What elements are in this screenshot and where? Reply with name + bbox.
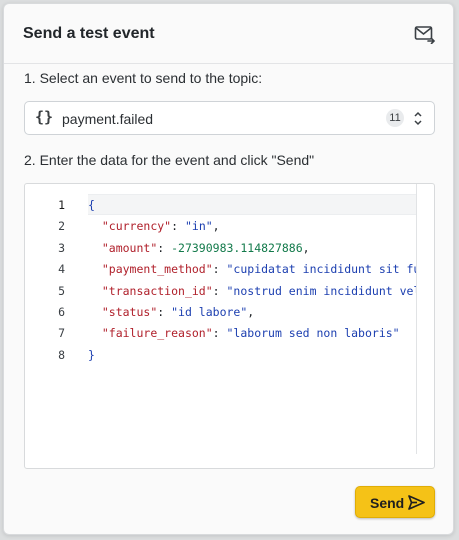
event-select[interactable]: {} payment.failed 11 bbox=[24, 101, 435, 135]
chevron-updown-icon bbox=[412, 109, 424, 129]
send-arrow-icon bbox=[408, 495, 425, 510]
mail-send-icon[interactable] bbox=[414, 24, 436, 45]
send-button-label: Send bbox=[370, 495, 405, 511]
json-brace: { bbox=[88, 198, 95, 212]
json-value: "id labore" bbox=[171, 305, 248, 319]
line-number: 2 bbox=[58, 219, 65, 234]
line-number: 1 bbox=[58, 198, 65, 212]
line-number: 7 bbox=[58, 326, 65, 341]
code-line: } bbox=[88, 348, 95, 362]
code-line: "amount": -27390983.114827886, bbox=[101, 240, 310, 255]
line-number: 6 bbox=[58, 305, 65, 319]
print-margin bbox=[416, 184, 417, 454]
line-number: 5 bbox=[58, 283, 65, 298]
line-number: 8 bbox=[58, 347, 65, 362]
send-test-event-dialog: Send a test event 1. Select an event to … bbox=[3, 3, 454, 535]
json-brace: } bbox=[88, 347, 95, 362]
json-key: "currency" bbox=[101, 219, 172, 234]
json-comma: , bbox=[302, 240, 310, 255]
json-value: -27390983.114827886 bbox=[171, 240, 303, 255]
line-number: 3 bbox=[58, 240, 65, 255]
event-count-badge: 11 bbox=[386, 109, 404, 127]
json-key: "payment_method" bbox=[101, 262, 213, 277]
step1-label: 1. Select an event to send to the topic: bbox=[24, 70, 263, 86]
code-line: "transaction_id": "nostrud enim incididu… bbox=[88, 284, 416, 298]
json-value: "nostrud enim incididunt velit ut bbox=[226, 283, 417, 298]
code-line: "status": "id labore", bbox=[101, 305, 255, 319]
json-value: "laborum sed non laboris" bbox=[226, 326, 400, 341]
line-number: 4 bbox=[58, 262, 65, 277]
code-area[interactable]: { "currency": "in", "amount": -27390983.… bbox=[88, 184, 416, 468]
line-number-gutter: 1 2 3 4 5 6 7 8 bbox=[25, 184, 85, 468]
json-key: "transaction_id" bbox=[101, 283, 213, 298]
code-line: "payment_method": "cupidatat incididunt … bbox=[88, 262, 416, 276]
code-line: "currency": "in", bbox=[101, 219, 220, 234]
dialog-header: Send a test event bbox=[4, 4, 453, 64]
selected-event: payment.failed bbox=[62, 111, 154, 127]
json-key: "failure_reason" bbox=[101, 326, 213, 341]
send-button[interactable]: Send bbox=[355, 486, 435, 518]
braces-icon: {} bbox=[35, 108, 54, 126]
json-value: "cupidatat incididunt sit fugiat" bbox=[226, 262, 417, 277]
step2-label: 2. Enter the data for the event and clic… bbox=[24, 152, 315, 168]
active-line-highlight bbox=[88, 194, 416, 215]
json-editor[interactable]: 1 2 3 4 5 6 7 8 { "currency": "in", "amount": -… bbox=[24, 183, 435, 469]
json-value: "in" bbox=[184, 219, 213, 234]
code-line: { bbox=[88, 198, 95, 212]
code-line: "failure_reason": "laborum sed non labor… bbox=[101, 326, 400, 341]
json-comma: , bbox=[212, 219, 220, 234]
json-key: "amount" bbox=[101, 240, 158, 255]
json-key: "status" bbox=[101, 305, 158, 319]
json-comma: , bbox=[247, 305, 255, 319]
dialog-title: Send a test event bbox=[23, 25, 155, 42]
